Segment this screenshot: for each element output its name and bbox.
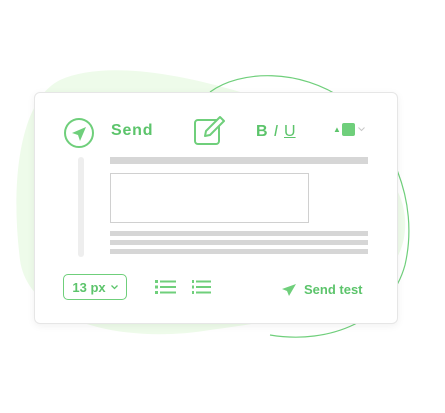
scrollbar[interactable]	[78, 157, 84, 257]
send-label[interactable]: Send	[111, 122, 153, 140]
italic-button[interactable]: I	[271, 123, 281, 141]
chevron-down-icon	[110, 284, 118, 289]
placeholder-line	[110, 240, 368, 245]
text-format-group: B I U	[253, 122, 299, 142]
text-color-icon: ▲	[333, 125, 341, 134]
placeholder-line	[110, 157, 368, 164]
send-test-button[interactable]: Send test	[281, 282, 363, 297]
font-size-select[interactable]: 13 px	[63, 274, 127, 300]
content-textbox[interactable]	[110, 173, 309, 223]
chevron-down-icon	[358, 127, 365, 132]
color-swatch-icon	[341, 123, 355, 136]
font-size-value: 13 px	[72, 279, 106, 295]
bold-button[interactable]: B	[253, 123, 271, 141]
bullet-list-icon[interactable]	[155, 279, 177, 295]
placeholder-line	[110, 231, 368, 236]
email-editor-card: Send B I U ▲ 13 px Send test	[34, 92, 398, 324]
numbered-list-icon[interactable]	[192, 279, 212, 295]
paper-plane-icon	[72, 127, 86, 141]
edit-icon[interactable]	[193, 114, 227, 148]
send-button[interactable]	[64, 118, 94, 148]
send-test-label: Send test	[304, 282, 363, 297]
text-color-picker[interactable]: ▲	[333, 123, 365, 136]
paper-plane-icon	[282, 283, 296, 296]
underline-button[interactable]: U	[281, 123, 299, 141]
placeholder-line	[110, 249, 368, 254]
